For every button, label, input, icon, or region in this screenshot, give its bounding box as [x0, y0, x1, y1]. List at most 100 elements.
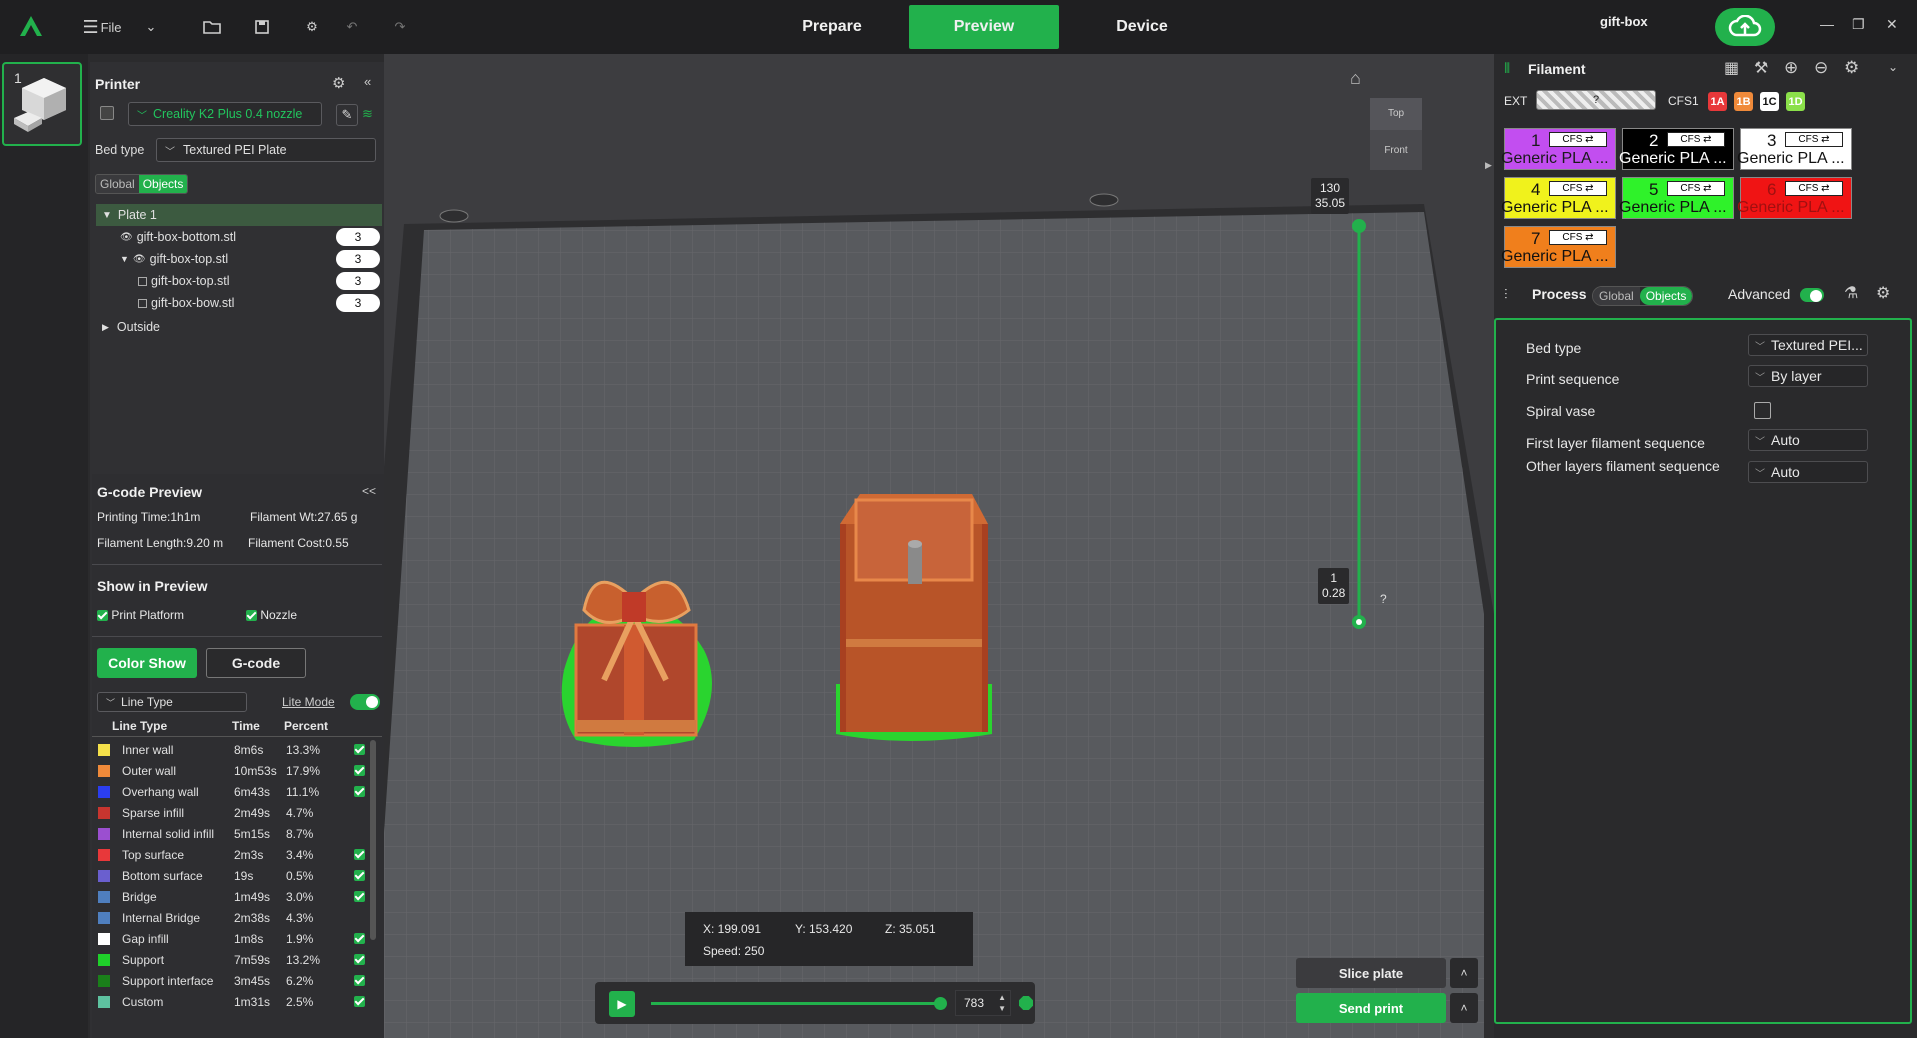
close-icon[interactable]: ✕: [1886, 16, 1898, 33]
line-type-row[interactable]: Support 7m59s 13.2%: [98, 950, 388, 971]
tree-plate-row[interactable]: ▼ Plate 1: [96, 204, 382, 226]
play-button[interactable]: ▶: [609, 991, 635, 1017]
line-type-visible-checkbox[interactable]: [354, 786, 365, 797]
advanced-toggle[interactable]: [1800, 288, 1824, 302]
lite-mode-toggle[interactable]: [350, 694, 380, 710]
filament-slot[interactable]: 7 CFS ⇄ Generic PLA ...: [1501, 226, 1616, 268]
filament-slot[interactable]: 5 CFS ⇄ Generic PLA ...: [1619, 177, 1734, 219]
expand-icon[interactable]: ▼: [102, 210, 112, 221]
tree-part-row[interactable]: gift-box-bow.stl 3: [96, 292, 382, 314]
print-sequence-select[interactable]: ﹀ By layer: [1748, 365, 1868, 387]
line-type-row[interactable]: Custom 1m31s 2.5%: [98, 992, 388, 1013]
filament-slot-cfs-badge[interactable]: CFS ⇄: [1667, 132, 1725, 147]
line-type-row[interactable]: Support interface 3m45s 6.2%: [98, 971, 388, 992]
remove-filament-icon[interactable]: ⊖: [1814, 58, 1828, 78]
send-options-caret[interactable]: ˄: [1450, 993, 1478, 1023]
stepper-arrows-icon[interactable]: ▲ ▼: [998, 992, 1006, 1014]
redo-icon[interactable]: ↷: [388, 14, 412, 40]
line-type-visible-checkbox[interactable]: [354, 849, 365, 860]
save-icon[interactable]: [250, 14, 274, 40]
line-type-color-swatch[interactable]: [98, 891, 110, 903]
filament-settings-icon[interactable]: ⚙: [1844, 58, 1859, 78]
object-count-badge[interactable]: 3: [336, 250, 380, 268]
line-type-row[interactable]: Overhang wall 6m43s 11.1%: [98, 782, 388, 803]
settings-gear-icon[interactable]: ⚙: [300, 14, 324, 40]
process-scope-objects[interactable]: Objects: [1639, 287, 1693, 305]
move-slider-track[interactable]: [651, 997, 947, 1010]
collapse-panel-icon[interactable]: «: [364, 74, 371, 89]
tree-outside-row[interactable]: ▶ Outside: [96, 316, 382, 338]
line-type-visible-checkbox[interactable]: [354, 954, 365, 965]
tab-device[interactable]: Device: [1080, 5, 1204, 49]
filament-slot-cfs-badge[interactable]: CFS ⇄: [1667, 181, 1725, 196]
line-type-color-swatch[interactable]: [98, 786, 110, 798]
cfs-slot-chip[interactable]: 1C: [1760, 92, 1779, 111]
process-scope-global[interactable]: Global: [1593, 287, 1640, 305]
filament-slot[interactable]: 6 CFS ⇄ Generic PLA ...: [1737, 177, 1852, 219]
line-type-visible-checkbox[interactable]: [354, 870, 365, 881]
scope-global-option[interactable]: Global: [96, 175, 139, 193]
filament-slot-cfs-badge[interactable]: CFS ⇄: [1785, 132, 1843, 147]
slice-plate-button[interactable]: Slice plate: [1296, 958, 1446, 988]
chevron-down-icon[interactable]: ⌄: [1888, 60, 1898, 74]
spiral-vase-checkbox[interactable]: [1754, 402, 1771, 419]
tab-prepare[interactable]: Prepare: [770, 5, 894, 49]
tree-part-row[interactable]: gift-box-top.stl 3: [96, 270, 382, 292]
line-type-row[interactable]: Gap infill 1m8s 1.9%: [98, 929, 388, 950]
plate-thumbnail[interactable]: 1: [2, 62, 82, 146]
tab-preview[interactable]: Preview: [909, 5, 1059, 49]
line-type-row[interactable]: Bridge 1m49s 3.0%: [98, 887, 388, 908]
printer-select[interactable]: ﹀ Creality K2 Plus 0.4 nozzle: [128, 102, 322, 126]
expand-icon[interactable]: ▶: [102, 322, 109, 333]
slice-options-caret[interactable]: ˄: [1450, 958, 1478, 988]
filament-sync-icon[interactable]: ▦: [1724, 58, 1739, 78]
restore-icon[interactable]: ❐: [1852, 16, 1865, 33]
line-type-color-swatch[interactable]: [98, 849, 110, 861]
line-type-row[interactable]: Inner wall 8m6s 13.3%: [98, 740, 388, 761]
printer-settings-icon[interactable]: ⚙: [332, 74, 345, 92]
view-cube[interactable]: Top Front: [1370, 98, 1422, 170]
object-count-badge[interactable]: 3: [336, 294, 380, 312]
file-menu-button[interactable]: ☰ File: [80, 14, 124, 40]
filament-slot-cfs-badge[interactable]: CFS ⇄: [1549, 230, 1607, 245]
filament-slot-cfs-badge[interactable]: CFS ⇄: [1785, 181, 1843, 196]
line-type-color-swatch[interactable]: [98, 828, 110, 840]
filament-dryer-icon[interactable]: ⚒: [1754, 58, 1768, 78]
line-type-color-swatch[interactable]: [98, 933, 110, 945]
line-type-visible-checkbox[interactable]: [354, 891, 365, 902]
cfs-slot-chip[interactable]: 1A: [1708, 92, 1727, 111]
add-filament-icon[interactable]: ⊕: [1784, 58, 1798, 78]
chevron-down-icon[interactable]: ⌄: [140, 14, 162, 40]
line-type-visible-checkbox[interactable]: [354, 996, 365, 1007]
line-type-visible-checkbox[interactable]: [354, 744, 365, 755]
first-layer-sequence-select[interactable]: ﹀ Auto: [1748, 429, 1868, 451]
line-type-visible-checkbox[interactable]: [354, 933, 365, 944]
line-type-color-swatch[interactable]: [98, 996, 110, 1008]
home-view-icon[interactable]: ⌂: [1350, 68, 1361, 89]
view-cube-front[interactable]: Front: [1370, 132, 1422, 170]
layer-help-icon[interactable]: ?: [1380, 592, 1387, 606]
filament-slot[interactable]: 2 CFS ⇄ Generic PLA ...: [1619, 128, 1734, 170]
line-type-row[interactable]: Internal Bridge 2m38s 4.3%: [98, 908, 388, 929]
bed-type-setting-select[interactable]: ﹀ Textured PEI...: [1748, 334, 1868, 356]
object-count-badge[interactable]: 3: [336, 272, 380, 290]
print-platform-checkbox[interactable]: Print Platform: [97, 608, 184, 622]
scope-objects-option[interactable]: Objects: [138, 175, 188, 193]
other-layers-sequence-select[interactable]: ﹀ Auto: [1748, 461, 1868, 483]
filament-slot[interactable]: 3 CFS ⇄ Generic PLA ...: [1737, 128, 1852, 170]
3d-viewport[interactable]: 130 35.05 1 0.28 ? ⌂ Top Front: [384, 54, 1494, 1038]
send-print-button[interactable]: Send print: [1296, 993, 1446, 1023]
process-share-icon[interactable]: ⚙: [1876, 283, 1890, 303]
gcode-view-button[interactable]: G-code: [206, 648, 306, 678]
cfs-slot-chip[interactable]: 1B: [1734, 92, 1753, 111]
layer-marker-icon[interactable]: [1019, 996, 1033, 1010]
process-compare-icon[interactable]: ⚗: [1844, 283, 1858, 303]
line-type-color-swatch[interactable]: [98, 912, 110, 924]
collapse-right-panel-icon[interactable]: ▶: [1485, 160, 1495, 176]
eye-icon[interactable]: 👁: [133, 254, 146, 265]
expand-icon[interactable]: ▼: [120, 254, 129, 264]
bed-type-select[interactable]: ﹀ Textured PEI Plate: [156, 138, 376, 162]
line-type-color-swatch[interactable]: [98, 765, 110, 777]
object-count-badge[interactable]: 3: [336, 228, 380, 246]
line-type-color-swatch[interactable]: [98, 954, 110, 966]
